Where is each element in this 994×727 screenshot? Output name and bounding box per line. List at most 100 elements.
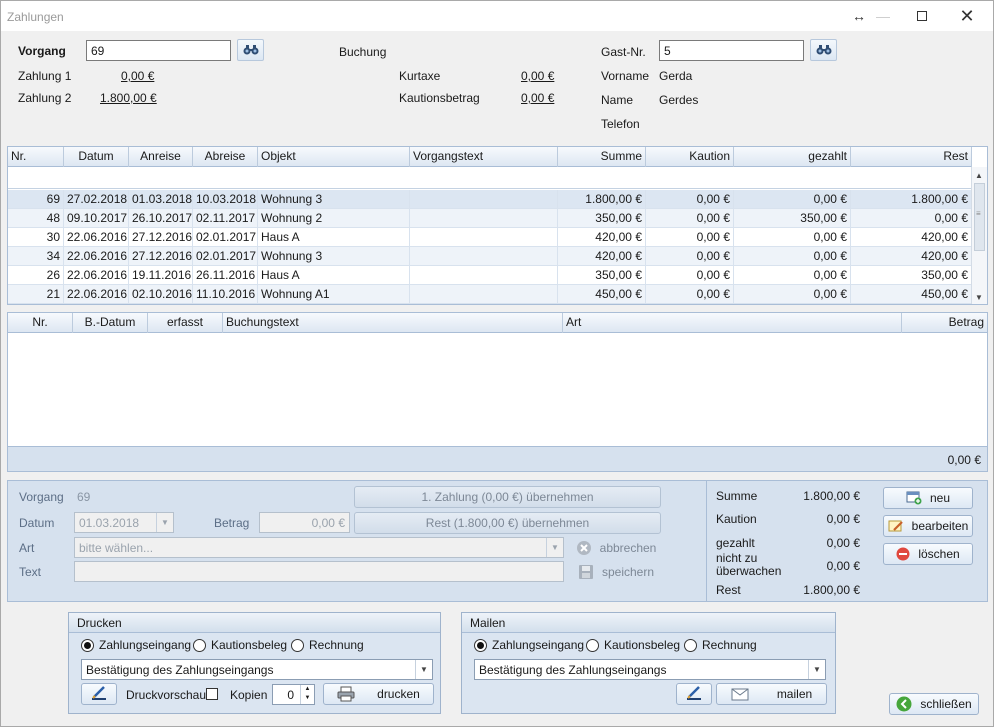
vorgang-input[interactable]: 69	[86, 40, 231, 61]
cell-anreise: 27.12.2016	[129, 247, 193, 266]
gast-nr-label: Gast-Nr.	[601, 45, 646, 59]
schliessen-button[interactable]: schließen	[889, 693, 979, 715]
col-datum[interactable]: Datum	[64, 147, 129, 167]
edit-text-label: Text	[19, 565, 42, 579]
cell-anreise: 27.12.2016	[129, 228, 193, 247]
edit-betrag-label: Betrag	[214, 516, 250, 530]
cell-summe: 420,00 €	[558, 247, 646, 266]
cancel-icon	[576, 540, 592, 556]
col-kaution[interactable]: Kaution	[646, 147, 734, 167]
take-rest-button[interactable]: Rest (1.800,00 €) übernehmen	[354, 512, 661, 534]
pcol-erfasst[interactable]: erfasst	[148, 313, 223, 333]
filter-row[interactable]	[8, 168, 972, 189]
drucken-opt-1-label: Kautionsbeleg	[211, 638, 288, 652]
cell-summe: 450,00 €	[558, 285, 646, 304]
speichern-button[interactable]: speichern	[571, 561, 661, 583]
cell-anreise: 26.10.2017	[129, 209, 193, 228]
cell-rest: 350,00 €	[851, 266, 972, 285]
col-anreise[interactable]: Anreise	[129, 147, 193, 167]
payments-grid-header: Nr. B.-Datum erfasst Buchungstext Art Be…	[8, 313, 987, 333]
abbrechen-label: abbrechen	[599, 541, 657, 555]
loeschen-button[interactable]: löschen	[883, 543, 973, 565]
binoculars-search-icon[interactable]	[237, 39, 264, 61]
spinner-arrows-icon[interactable]: ▲ ▼	[300, 685, 314, 704]
col-summe[interactable]: Summe	[558, 147, 646, 167]
drucken-template-select[interactable]: Bestätigung des Zahlungseingangs ▼	[81, 659, 433, 680]
delete-icon	[896, 547, 910, 561]
col-rest[interactable]: Rest	[851, 147, 972, 167]
zahlung1-label: Zahlung 1	[18, 69, 72, 83]
radio-icon	[291, 638, 304, 652]
drucken-opt-0-label: Zahlungseingang	[99, 638, 192, 652]
drucken-label: drucken	[377, 687, 420, 701]
table-row[interactable]: 34 22.06.2016 27.12.2016 02.01.2017 Wohnung …	[8, 247, 972, 266]
mailen-edit-template-button[interactable]	[676, 683, 712, 705]
art-dropdown-icon[interactable]: ▼	[546, 538, 563, 557]
pcol-bdatum[interactable]: B.-Datum	[73, 313, 148, 333]
kopien-stepper[interactable]: 0 ▲ ▼	[272, 684, 315, 705]
cell-objekt: Haus A	[258, 228, 410, 247]
bookings-grid-header: Nr. Datum Anreise Abreise Objekt Vorgang…	[8, 147, 972, 167]
drucken-button[interactable]: drucken	[323, 683, 434, 705]
edit-art-select[interactable]: bitte wählen... ▼	[74, 537, 564, 558]
mailen-radio-rechnung[interactable]: Rechnung	[684, 638, 757, 652]
scroll-up-icon[interactable]: ▲	[975, 171, 983, 180]
maximize-button[interactable]	[902, 5, 942, 27]
gast-nr-input[interactable]: 5	[659, 40, 804, 61]
mailen-radio-zahlungseingang[interactable]: Zahlungseingang	[474, 638, 584, 652]
cell-objekt: Haus A	[258, 266, 410, 285]
edit-text-input[interactable]	[74, 561, 564, 582]
mailen-opt-0-label: Zahlungseingang	[492, 638, 585, 652]
cell-datum: 22.06.2016	[64, 247, 129, 266]
take-first-payment-button[interactable]: 1. Zahlung (0,00 €) übernehmen	[354, 486, 661, 508]
kopien-label: Kopien	[230, 688, 268, 702]
edit-vorgang-value: 69	[77, 490, 91, 504]
col-nr[interactable]: Nr.	[8, 147, 64, 167]
cell-gezahlt: 0,00 €	[734, 266, 851, 285]
table-row[interactable]: 69 27.02.2018 01.03.2018 10.03.2018 Wohnung …	[8, 190, 972, 209]
mailen-template-value: Bestätigung des Zahlungseingangs	[479, 663, 667, 677]
col-gezahlt[interactable]: gezahlt	[734, 147, 851, 167]
dropdown-arrow-icon[interactable]: ▼	[415, 660, 432, 679]
drucken-radio-kautionsbeleg[interactable]: Kautionsbeleg	[193, 638, 287, 652]
mailen-template-select[interactable]: Bestätigung des Zahlungseingangs ▼	[474, 659, 826, 680]
drucken-radio-zahlungseingang[interactable]: Zahlungseingang	[81, 638, 191, 652]
edit-datum-picker[interactable]: 01.03.2018 ▼	[74, 512, 174, 533]
drucken-edit-template-button[interactable]	[81, 683, 117, 705]
drucken-radio-rechnung[interactable]: Rechnung	[291, 638, 364, 652]
vorname-label: Vorname	[601, 69, 650, 83]
window-title: Zahlungen	[7, 10, 64, 24]
col-vorgangstext[interactable]: Vorgangstext	[410, 147, 558, 167]
col-abreise[interactable]: Abreise	[193, 147, 258, 167]
binoculars-guest-search-icon[interactable]	[810, 39, 837, 61]
mailen-radio-kautionsbeleg[interactable]: Kautionsbeleg	[586, 638, 680, 652]
table-row[interactable]: 21 22.06.2016 02.10.2016 11.10.2016 Wohnung …	[8, 285, 972, 304]
edit-pencil-icon	[888, 519, 904, 533]
druckvorschau-checkbox[interactable]	[206, 688, 218, 700]
mailen-button[interactable]: mailen	[716, 683, 827, 705]
pcol-nr[interactable]: Nr.	[8, 313, 73, 333]
minimize-button[interactable]: —	[863, 5, 903, 27]
cell-objekt: Wohnung A1	[258, 285, 410, 304]
table-row[interactable]: 30 22.06.2016 27.12.2016 02.01.2017 Haus A 42…	[8, 228, 972, 247]
pcol-art[interactable]: Art	[563, 313, 902, 333]
neu-button[interactable]: neu	[883, 487, 973, 509]
col-objekt[interactable]: Objekt	[258, 147, 410, 167]
edit-betrag-input[interactable]: 0,00 €	[259, 512, 350, 533]
name-label: Name	[601, 93, 634, 107]
abbrechen-button[interactable]: abbrechen	[571, 537, 661, 559]
table-row[interactable]: 26 22.06.2016 19.11.2016 26.11.2016 Haus A 35…	[8, 266, 972, 285]
bookings-scrollbar[interactable]: ▲ ≡ ▼	[971, 167, 987, 304]
pcol-betrag[interactable]: Betrag	[902, 313, 987, 333]
dropdown-arrow-icon[interactable]: ▼	[808, 660, 825, 679]
zahlung2-label: Zahlung 2	[18, 91, 72, 105]
table-row[interactable]: 48 09.10.2017 26.10.2017 02.11.2017 Wohnung …	[8, 209, 972, 228]
bearbeiten-button[interactable]: bearbeiten	[883, 515, 973, 537]
datum-dropdown-icon[interactable]: ▼	[156, 513, 173, 532]
arrow-back-icon	[896, 696, 912, 712]
cell-kaution: 0,00 €	[646, 228, 734, 247]
pcol-buchungstext[interactable]: Buchungstext	[223, 313, 563, 333]
scroll-down-icon[interactable]: ▼	[975, 293, 983, 302]
close-window-button[interactable]: ✕	[947, 5, 987, 27]
edit-art-placeholder: bitte wählen...	[79, 541, 154, 555]
